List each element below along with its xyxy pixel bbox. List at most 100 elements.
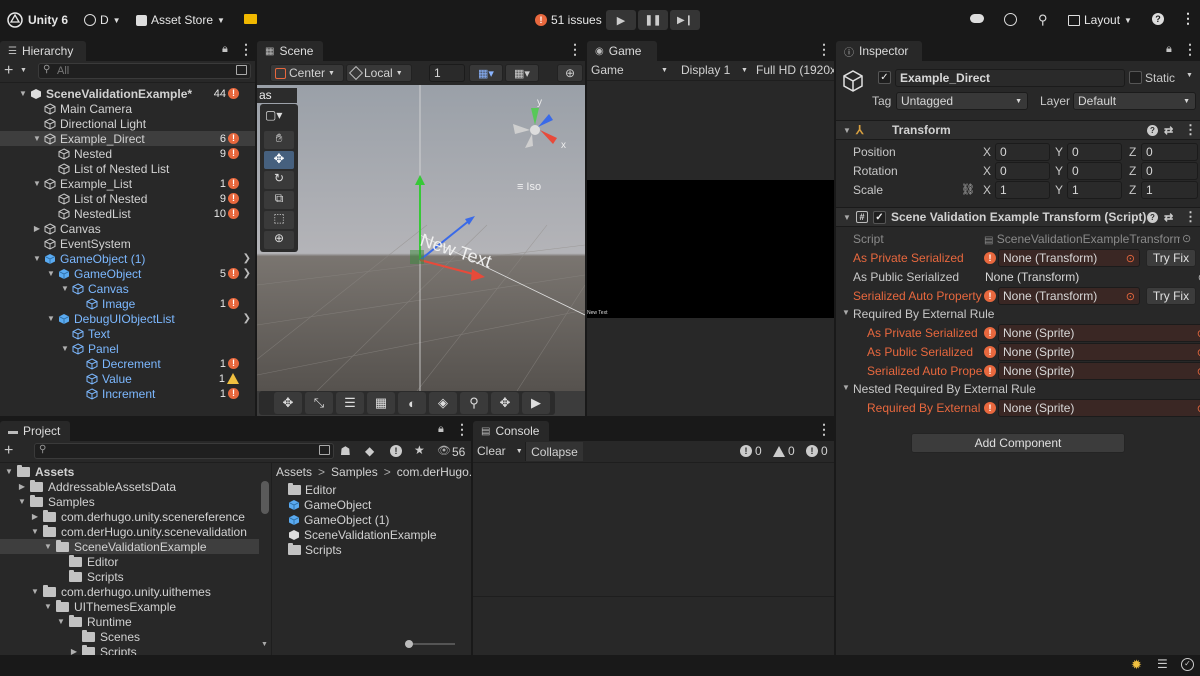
pause-button[interactable]: ❚❚ bbox=[638, 10, 668, 30]
foldout-arrow-icon[interactable]: ▼ bbox=[17, 497, 27, 506]
script-component-header[interactable]: ▼ # ✓ Scene Validation Example Transform… bbox=[836, 207, 1200, 227]
more-options-icon[interactable]: ⋮ bbox=[1183, 41, 1197, 58]
tab-console[interactable]: ▤ Console bbox=[473, 421, 549, 441]
collapse-button[interactable]: Collapse bbox=[525, 442, 583, 461]
position-z-field[interactable]: 0 bbox=[1141, 143, 1198, 161]
foldout-arrow-icon[interactable]: ▼ bbox=[56, 617, 66, 626]
camera-button[interactable]: ▶ bbox=[522, 392, 550, 414]
hierarchy-item[interactable]: ▶ Canvas bbox=[0, 221, 255, 236]
transform-tool-button[interactable]: ⊕ bbox=[264, 231, 294, 249]
chevron-right-icon[interactable]: ❯ bbox=[243, 253, 251, 264]
cloud-icon[interactable] bbox=[970, 14, 984, 23]
foldout-arrow-icon[interactable]: ▶ bbox=[30, 512, 40, 521]
zoom-button[interactable]: ⚲ bbox=[460, 392, 488, 414]
hierarchy-item[interactable]: Main Camera bbox=[0, 101, 255, 116]
bug-icon[interactable]: ✹ bbox=[1131, 657, 1142, 673]
filter-log-icon[interactable]: ! bbox=[390, 445, 402, 457]
foldout-arrow-icon[interactable]: ▼ bbox=[32, 254, 42, 263]
more-options-icon[interactable]: ⋮ bbox=[817, 421, 831, 438]
filter-label-icon[interactable]: ◆ bbox=[365, 444, 374, 458]
grid-button[interactable]: ▦ bbox=[367, 392, 395, 414]
foldout-label[interactable]: Required By External Rule bbox=[853, 307, 994, 321]
hand-tool-button[interactable]: ✋︎ bbox=[264, 131, 294, 149]
hierarchy-item[interactable]: ▼ Canvas bbox=[0, 281, 255, 296]
iso-toggle[interactable]: ≡ Iso bbox=[517, 181, 541, 193]
move-tool-button[interactable]: ✥ bbox=[264, 151, 294, 169]
object-picker-icon[interactable]: ⊙ bbox=[1126, 290, 1135, 303]
hierarchy-item[interactable]: Text bbox=[0, 326, 255, 341]
space-dropdown[interactable]: Local ▼ bbox=[346, 64, 412, 82]
hierarchy-item[interactable]: ▼ Example_Direct 6! bbox=[0, 131, 255, 146]
lock-icon[interactable]: 🔒︎ bbox=[222, 43, 228, 56]
add-component-button[interactable]: Add Component bbox=[911, 433, 1125, 453]
folder-tree-item[interactable]: ▼ Assets bbox=[0, 464, 259, 479]
foldout-arrow-icon[interactable]: ▼ bbox=[60, 344, 70, 353]
foldout-arrow-icon[interactable]: ▶ bbox=[17, 482, 27, 491]
play-button[interactable]: ▶ bbox=[606, 10, 636, 30]
try-fix-button[interactable]: Try Fix bbox=[1146, 249, 1196, 267]
tree-scrollbar[interactable] bbox=[261, 481, 269, 514]
display-dropdown[interactable]: Display 1 ▼ bbox=[681, 63, 751, 77]
asset-item[interactable]: GameObject bbox=[288, 497, 371, 512]
cache-icon[interactable]: ☰ bbox=[1157, 657, 1168, 671]
hierarchy-item[interactable]: ▼ Panel bbox=[0, 341, 255, 356]
more-options-icon[interactable]: ⋮ bbox=[1181, 10, 1195, 27]
breadcrumb-item[interactable]: com.derHugo.u bbox=[397, 465, 471, 479]
script-reference-field[interactable]: ▤ SceneValidationExampleTransform bbox=[984, 232, 1180, 246]
resolution-dropdown[interactable]: Full HD (1920x bbox=[756, 63, 834, 77]
foldout-arrow-icon[interactable]: ▼ bbox=[43, 602, 53, 611]
clear-dropdown[interactable]: Clear ▼ bbox=[477, 444, 523, 458]
search-options-icon[interactable] bbox=[236, 65, 247, 75]
hierarchy-item[interactable]: ▼ SceneValidationExample* 44! bbox=[0, 86, 255, 101]
rotate-tool-button[interactable]: ↻ bbox=[264, 171, 294, 189]
foldout-label[interactable]: Nested Required By External Rule bbox=[853, 382, 1036, 396]
more-options-icon[interactable]: ⋮ bbox=[239, 41, 253, 58]
object-field[interactable]: None (Transform)⊙ bbox=[998, 287, 1140, 305]
more-options-icon[interactable]: ⋮ bbox=[1184, 209, 1197, 225]
foldout-arrow-icon[interactable]: ▶ bbox=[32, 224, 42, 233]
hierarchy-search-input[interactable]: ⚲ All bbox=[38, 63, 251, 79]
folder-tree-item[interactable]: ▼ SceneValidationExample bbox=[0, 539, 259, 554]
hierarchy-item[interactable]: Increment 1! bbox=[0, 386, 255, 401]
favorite-icon[interactable]: ★ bbox=[414, 443, 425, 457]
folder-tree-item[interactable]: ▼ com.derhugo.unity.uithemes bbox=[0, 584, 259, 599]
asset-item[interactable]: Scripts bbox=[288, 542, 342, 557]
shading-button[interactable]: ◐ bbox=[398, 392, 426, 414]
rect-tool-button[interactable]: ⬚ bbox=[264, 211, 294, 229]
project-search-input[interactable]: ⚲ bbox=[34, 443, 334, 459]
tab-inspector[interactable]: ⓘ Inspector bbox=[836, 41, 922, 61]
object-field[interactable]: None (Sprite)⊙ bbox=[998, 399, 1200, 417]
try-fix-button[interactable]: Try Fix bbox=[1146, 287, 1196, 305]
scene-view[interactable]: Center ▼ Local ▼ 1 ▦▾ ▦▾ ⊕ New Text y x … bbox=[257, 61, 585, 416]
transform-gizmo-button[interactable]: ⤡ bbox=[305, 392, 333, 414]
asset-item[interactable]: SceneValidationExample bbox=[288, 527, 437, 542]
add-icon[interactable]: + bbox=[4, 442, 13, 460]
hierarchy-item[interactable]: ▼ DebugUIObjectList ❯ bbox=[0, 311, 255, 326]
move-gizmo-button[interactable]: ✥ bbox=[274, 392, 302, 414]
more-options-icon[interactable]: ⋮ bbox=[568, 41, 582, 58]
filter-type-icon[interactable]: ☗ bbox=[340, 444, 351, 458]
object-picker-icon[interactable]: ⊙ bbox=[1182, 232, 1191, 245]
folder-tree-item[interactable]: ▼ UIThemesExample bbox=[0, 599, 259, 614]
game-view[interactable]: Game ▼ Display 1 ▼ Full HD (1920x New Text bbox=[587, 61, 834, 416]
folder-tree-item[interactable]: ▼ Samples bbox=[0, 494, 259, 509]
folder-tree-item[interactable]: Scenes bbox=[0, 629, 259, 644]
asset-item[interactable]: GameObject (1) bbox=[288, 512, 389, 527]
warning-count-toggle[interactable]: 0 bbox=[773, 444, 795, 458]
object-field[interactable]: None (Transform)⊙ bbox=[981, 268, 1200, 286]
foldout-arrow-icon[interactable]: ▼ bbox=[4, 467, 14, 476]
game-mode-dropdown[interactable]: Game ▼ bbox=[591, 63, 671, 77]
active-checkbox[interactable]: ✓ bbox=[878, 71, 891, 84]
rotation-z-field[interactable]: 0 bbox=[1141, 162, 1198, 180]
search-options-icon[interactable] bbox=[319, 445, 330, 455]
view-mode-dropdown[interactable]: ▢▾ bbox=[265, 108, 282, 122]
console-splitter[interactable] bbox=[473, 596, 834, 597]
folder-tree-item[interactable]: ▼ Runtime bbox=[0, 614, 259, 629]
foldout-arrow-icon[interactable]: ▼ bbox=[30, 587, 40, 596]
lock-icon[interactable]: 🔒︎ bbox=[1166, 43, 1172, 56]
static-checkbox[interactable] bbox=[1129, 71, 1142, 84]
tab-project[interactable]: ▬ Project bbox=[0, 421, 70, 441]
globe-toggle[interactable]: ⊕ bbox=[557, 64, 583, 82]
foldout-arrow-icon[interactable]: ▼ bbox=[43, 542, 53, 551]
grid-size-field[interactable]: 1 bbox=[429, 64, 465, 82]
